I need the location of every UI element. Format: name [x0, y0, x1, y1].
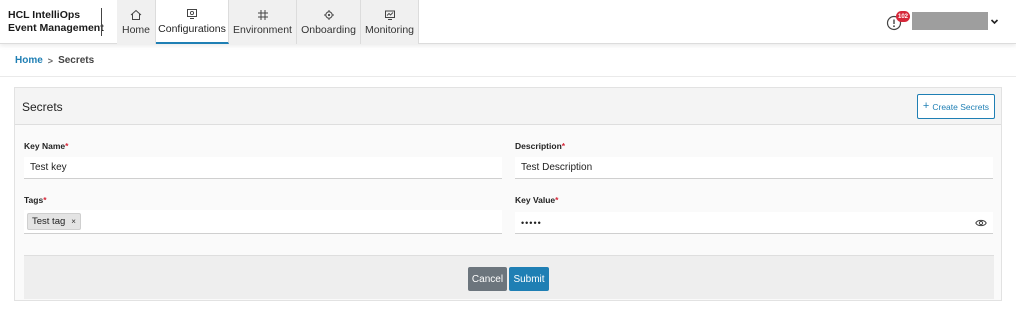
panel-header: Secrets + Create Secrets [15, 88, 1001, 125]
user-menu[interactable] [912, 12, 988, 30]
nav-onboarding[interactable]: Onboarding [297, 0, 361, 44]
key-value-label-text: Key Value [515, 195, 556, 205]
nav-home[interactable]: Home [117, 0, 156, 44]
nav-environment[interactable]: Environment [229, 0, 297, 44]
secrets-panel: Secrets + Create Secrets Key Name* Test … [14, 87, 1002, 301]
tags-label-text: Tags [24, 195, 44, 205]
brand-divider [101, 8, 102, 36]
breadcrumb: Home > Secrets [15, 55, 94, 66]
monitoring-icon [384, 10, 395, 20]
tags-label: Tags* [24, 195, 47, 205]
breadcrumb-separator: > [47, 55, 54, 66]
nav-home-label: Home [121, 23, 150, 36]
form-actions-bar: Cancel Submit [24, 255, 994, 299]
key-value-label: Key Value* [515, 195, 558, 205]
key-name-value: Test key [30, 162, 67, 173]
nav-configurations-label: Configurations [158, 22, 226, 35]
key-name-field[interactable]: Test key [24, 157, 502, 179]
description-field[interactable]: Test Description [515, 157, 993, 179]
breadcrumb-home-link[interactable]: Home [15, 55, 43, 66]
configurations-icon [187, 8, 197, 19]
required-marker: * [43, 195, 47, 205]
nav-monitoring[interactable]: Monitoring [361, 0, 419, 44]
key-name-label-text: Key Name [24, 141, 66, 151]
key-value-field[interactable]: ••••• [515, 212, 993, 234]
nav-onboarding-label: Onboarding [301, 23, 356, 36]
home-icon [130, 9, 142, 20]
alert-count-badge[interactable]: 102 [896, 11, 911, 22]
brand-line-2: Event Management [8, 22, 104, 34]
description-label-text: Description [515, 141, 562, 151]
breadcrumb-divider [0, 76, 1016, 77]
key-value-masked: ••••• [521, 217, 542, 228]
nav-configurations[interactable]: Configurations [156, 0, 229, 44]
submit-button[interactable]: Submit [509, 267, 549, 291]
tag-remove-icon[interactable]: × [71, 217, 76, 226]
tag-chip: Test tag × [27, 213, 81, 230]
top-navbar: HCL IntelliOps Event Management Home Con… [0, 0, 1016, 44]
nav-environment-label: Environment [233, 23, 292, 36]
key-name-label: Key Name* [24, 141, 68, 151]
brand-line-1: HCL IntelliOps [8, 9, 81, 21]
description-value: Test Description [521, 162, 593, 173]
app-brand[interactable]: HCL IntelliOps Event Management [8, 9, 104, 35]
required-marker: * [555, 195, 559, 205]
onboarding-icon [323, 9, 334, 20]
nav-monitoring-label: Monitoring [364, 23, 415, 36]
create-secrets-button[interactable]: + Create Secrets [917, 94, 995, 119]
required-marker: * [561, 141, 566, 151]
create-secrets-label: Create Secrets [932, 101, 990, 112]
description-label: Description* [515, 141, 565, 151]
tag-chip-label: Test tag [32, 216, 66, 227]
chevron-down-icon[interactable] [990, 17, 999, 26]
main-nav: Home Configurations Environment Onboardi… [117, 0, 419, 44]
eye-icon[interactable] [975, 218, 987, 228]
cancel-button[interactable]: Cancel [468, 267, 507, 291]
required-marker: * [65, 141, 69, 151]
page-title: Secrets [22, 100, 63, 114]
environment-icon [257, 9, 268, 20]
tags-field[interactable]: Test tag × [24, 210, 502, 234]
plus-icon: + [922, 100, 930, 112]
breadcrumb-current: Secrets [58, 55, 95, 66]
